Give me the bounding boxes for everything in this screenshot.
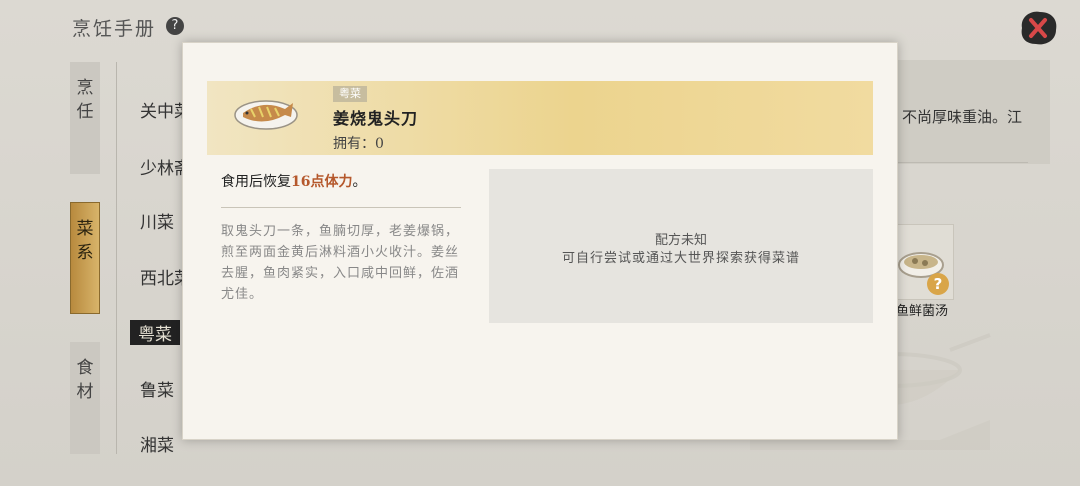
cuisine-tag: 粤菜 bbox=[333, 86, 367, 102]
restore-suffix: 。 bbox=[352, 174, 367, 190]
page-title: 烹饪手册 bbox=[72, 18, 157, 40]
side-tab-cuisine[interactable]: 菜 系 bbox=[70, 202, 100, 314]
side-tab-ingredients[interactable]: 食 材 bbox=[70, 342, 100, 454]
region-hunan[interactable]: 湘菜 bbox=[140, 431, 174, 456]
close-icon[interactable] bbox=[1016, 8, 1060, 48]
dish-name: 鱼鲜菌汤 bbox=[896, 304, 949, 319]
help-icon[interactable]: ? bbox=[166, 17, 184, 35]
cuisine-description: 不尚厚味重油。江 bbox=[902, 108, 1023, 126]
owned-count: 拥有：0 bbox=[333, 136, 384, 152]
region-shandong[interactable]: 鲁菜 bbox=[140, 376, 174, 401]
recipe-title: 配方未知 bbox=[654, 233, 707, 248]
side-tab-cooking[interactable]: 烹 任 bbox=[70, 62, 100, 174]
restore-amount: 16点体力 bbox=[291, 174, 353, 190]
region-cantonese[interactable]: 粤菜 bbox=[130, 320, 180, 345]
region-sichuan[interactable]: 川菜 bbox=[140, 208, 174, 233]
side-tab-label: 烹 任 bbox=[76, 78, 94, 122]
side-tab-label: 菜 系 bbox=[76, 219, 94, 263]
sidebar-divider bbox=[116, 62, 117, 454]
fish-dish-icon bbox=[234, 100, 298, 130]
recipe-panel: 配方未知 可自行尝试或通过大世界探索获得菜谱 bbox=[489, 169, 873, 323]
divider bbox=[221, 207, 461, 208]
unknown-badge-icon: ? bbox=[927, 273, 949, 295]
recipe-hint: 可自行尝试或通过大世界探索获得菜谱 bbox=[561, 251, 800, 266]
dish-card[interactable]: ? bbox=[894, 224, 954, 300]
side-tab-label: 食 材 bbox=[76, 358, 94, 402]
dish-banner: 粤菜 姜烧鬼头刀 拥有：0 bbox=[207, 81, 873, 155]
dish-description: 取鬼头刀一条，鱼腩切厚，老姜爆锅，煎至两面金黄后淋料酒小火收汁。姜丝去腥，鱼肉紧… bbox=[221, 224, 460, 302]
restore-effect: 食用后恢复16点体力。 bbox=[221, 171, 366, 191]
dish-title: 姜烧鬼头刀 bbox=[333, 109, 419, 128]
divider bbox=[896, 162, 1028, 163]
dish-detail-modal: 粤菜 姜烧鬼头刀 拥有：0 食用后恢复16点体力。 取鬼头刀一条，鱼腩切厚，老姜… bbox=[182, 42, 898, 440]
restore-prefix: 食用后恢复 bbox=[221, 174, 291, 190]
